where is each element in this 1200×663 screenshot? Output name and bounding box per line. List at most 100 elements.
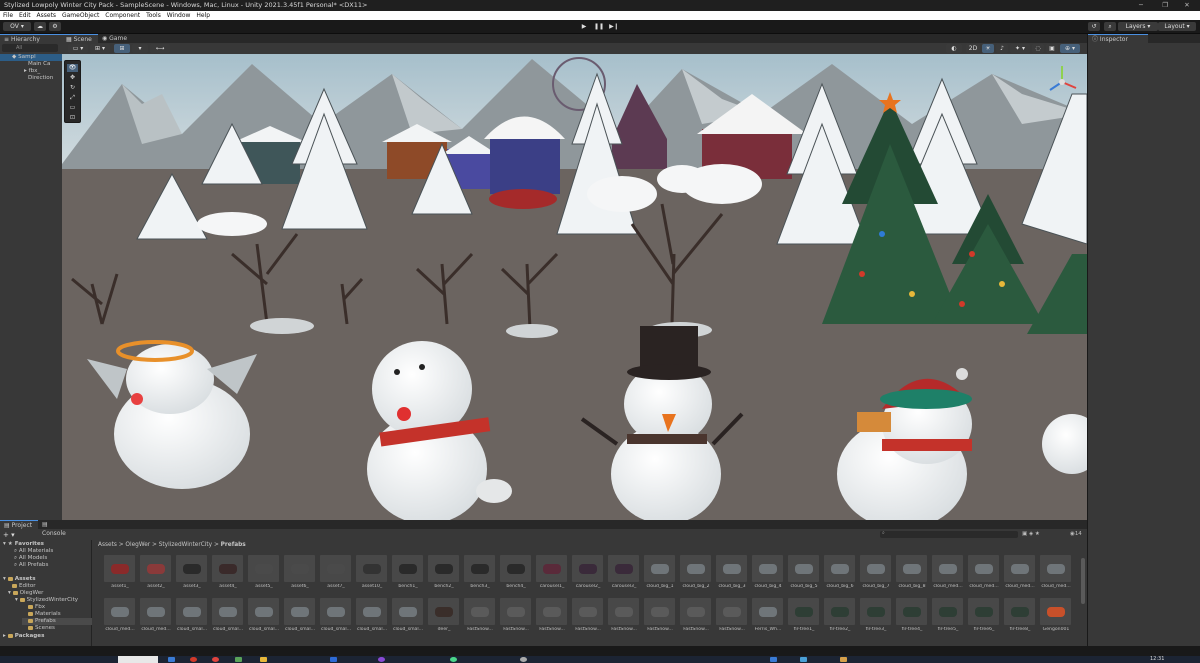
asset-item[interactable]: asset5_ xyxy=(248,555,280,589)
folder-item[interactable]: ▾ StylizedWinterCity xyxy=(15,597,78,604)
asset-item[interactable]: FastSnow... xyxy=(500,598,532,632)
taskbar-app-icon[interactable] xyxy=(800,657,807,662)
tab-scene[interactable]: ▦ Scene xyxy=(62,34,98,43)
hierarchy-item-scene[interactable]: ◆ Sampl xyxy=(0,54,62,61)
asset-item[interactable]: cloud_med... xyxy=(1004,555,1036,589)
favorites-item[interactable]: ⌕ All Prefabs xyxy=(14,562,48,569)
asset-item[interactable]: cloud_med... xyxy=(968,555,1000,589)
breadcrumb-item[interactable]: Prefabs xyxy=(221,542,246,548)
mode-2d-button[interactable]: 2D xyxy=(966,44,980,53)
search-icon[interactable]: ⌕ xyxy=(1104,22,1116,31)
taskbar-app-icon[interactable] xyxy=(378,657,385,662)
asset-item[interactable]: fir-tree1_ xyxy=(788,598,820,632)
asset-item[interactable]: cloud_med... xyxy=(104,598,136,632)
asset-item[interactable]: bench2_ xyxy=(428,555,460,589)
asset-item[interactable]: fir-tree6_ xyxy=(968,598,1000,632)
cloud-icon[interactable]: ☁ xyxy=(34,22,46,31)
account-button[interactable]: OV ▾ xyxy=(3,22,31,31)
tab-hierarchy[interactable]: ≡ Hierarchy xyxy=(0,34,62,43)
grid-dropdown[interactable]: ⊞ ▾ xyxy=(90,44,110,53)
asset-item[interactable]: cloud_smal... xyxy=(284,598,316,632)
menu-gameobject[interactable]: GameObject xyxy=(62,12,99,19)
lighting-icon[interactable]: ☀ xyxy=(982,44,994,53)
asset-item[interactable]: asset6_ xyxy=(284,555,316,589)
taskbar-app-icon[interactable] xyxy=(168,657,175,662)
asset-item[interactable]: FastSnow... xyxy=(716,598,748,632)
hierarchy-search-input[interactable]: All xyxy=(2,44,58,52)
asset-item[interactable]: asset2_ xyxy=(140,555,172,589)
asset-item[interactable]: FastSnow... xyxy=(680,598,712,632)
asset-item[interactable]: fir-tree3_ xyxy=(860,598,892,632)
asset-item[interactable]: cloud_big_3 xyxy=(716,555,748,589)
hierarchy-item-fbx[interactable]: ▸ fbx_ xyxy=(0,68,62,75)
asset-item[interactable]: asset7_ xyxy=(320,555,352,589)
rect-tool-icon[interactable]: ▭ xyxy=(67,104,78,112)
asset-item[interactable]: cloud_smal... xyxy=(320,598,352,632)
asset-item[interactable]: cloud_smal... xyxy=(212,598,244,632)
audio-icon[interactable]: ♪ xyxy=(996,44,1008,53)
asset-item[interactable]: FastSnow... xyxy=(464,598,496,632)
step-button[interactable]: ▶❙ xyxy=(608,22,620,31)
hierarchy-item-camera[interactable]: Main Ca xyxy=(0,61,62,68)
favorites-item[interactable]: ⌕ All Materials xyxy=(14,548,53,555)
snap-increment[interactable]: ▾ xyxy=(132,44,148,53)
asset-item[interactable]: cloud_big_6 xyxy=(824,555,856,589)
favorites-header[interactable]: ▾ ★ Favorites xyxy=(3,541,44,548)
asset-item[interactable]: cloud_big_7 xyxy=(860,555,892,589)
camera-icon[interactable]: ▣ xyxy=(1046,44,1058,53)
draw-mode-dropdown[interactable]: ▭ ▾ xyxy=(68,44,88,53)
menu-edit[interactable]: Edit xyxy=(19,12,31,19)
maximize-button[interactable]: ❐ xyxy=(1154,0,1176,11)
play-button[interactable]: ▶ xyxy=(578,22,590,31)
tab-console[interactable]: ▤ Console xyxy=(38,520,76,537)
filter-icons[interactable]: ▣ ◈ ★ xyxy=(1022,531,1040,537)
asset-item[interactable]: carousel2_ xyxy=(572,555,604,589)
add-asset-button[interactable]: + ▾ xyxy=(3,531,15,539)
asset-item[interactable]: fir-tree8_ xyxy=(1004,598,1036,632)
close-button[interactable]: ✕ xyxy=(1176,0,1198,11)
taskbar-app-icon[interactable] xyxy=(520,657,527,662)
asset-item[interactable]: carousel1_ xyxy=(536,555,568,589)
effects-dropdown[interactable]: ✦ ▾ xyxy=(1010,44,1030,53)
taskbar-app-icon[interactable] xyxy=(235,657,242,662)
asset-item[interactable]: cloud_big_8 xyxy=(896,555,928,589)
folder-item[interactable]: ▾ OlegWer xyxy=(8,590,44,597)
move-tool-icon[interactable]: ✥ xyxy=(67,74,78,82)
asset-grid-scrollbar[interactable] xyxy=(1081,558,1085,604)
asset-item[interactable]: carousel3_ xyxy=(608,555,640,589)
breadcrumb-item[interactable]: Assets xyxy=(98,542,117,548)
packages-header[interactable]: ▸ Packages xyxy=(3,633,44,640)
scene-viewport[interactable]: 👁 ✥ ↻ ⤢ ▭ ⊡ xyxy=(62,54,1087,520)
taskbar-unity-icon[interactable] xyxy=(770,657,777,662)
hidden-objects-icon[interactable]: ◌ xyxy=(1032,44,1044,53)
tab-game[interactable]: ◉ Game xyxy=(98,34,134,43)
asset-item[interactable]: Ferris_Wh... xyxy=(752,598,784,632)
view-tool-icon[interactable]: 👁 xyxy=(67,64,78,72)
transform-tool-icon[interactable]: ⊡ xyxy=(67,114,78,122)
asset-item[interactable]: bench3_ xyxy=(464,555,496,589)
breadcrumb-item[interactable]: OlegWer xyxy=(125,542,150,548)
assets-header[interactable]: ▾ Assets xyxy=(3,576,36,583)
asset-item[interactable]: fir-tree2_ xyxy=(824,598,856,632)
asset-item[interactable]: FastSnow... xyxy=(608,598,640,632)
asset-item[interactable]: cloud_smal... xyxy=(248,598,280,632)
taskbar-app-icon[interactable] xyxy=(190,657,197,662)
asset-item[interactable]: asset1_ xyxy=(104,555,136,589)
asset-item[interactable]: bench1_ xyxy=(392,555,424,589)
taskbar-app-icon[interactable] xyxy=(450,657,457,662)
menu-window[interactable]: Window xyxy=(167,12,191,19)
asset-item[interactable]: bench4_ xyxy=(500,555,532,589)
snap-toggle[interactable]: ⊞ xyxy=(114,44,130,53)
asset-item[interactable]: asset4_ xyxy=(212,555,244,589)
asset-item[interactable]: cloud_big_5 xyxy=(788,555,820,589)
breadcrumb-item[interactable]: StylizedWinterCity xyxy=(159,542,212,548)
menu-tools[interactable]: Tools xyxy=(146,12,161,19)
asset-item[interactable]: cloud_med... xyxy=(1040,555,1072,589)
scale-tool-icon[interactable]: ⤢ xyxy=(67,94,78,102)
pause-button[interactable]: ❚❚ xyxy=(593,22,605,31)
folder-item[interactable]: Materials xyxy=(28,611,61,618)
folder-item[interactable]: Editor xyxy=(12,583,36,590)
hierarchy-item-light[interactable]: Direction xyxy=(0,75,62,82)
project-search-input[interactable]: ⌕ xyxy=(880,530,1018,538)
asset-item[interactable]: cloud_smal... xyxy=(392,598,424,632)
